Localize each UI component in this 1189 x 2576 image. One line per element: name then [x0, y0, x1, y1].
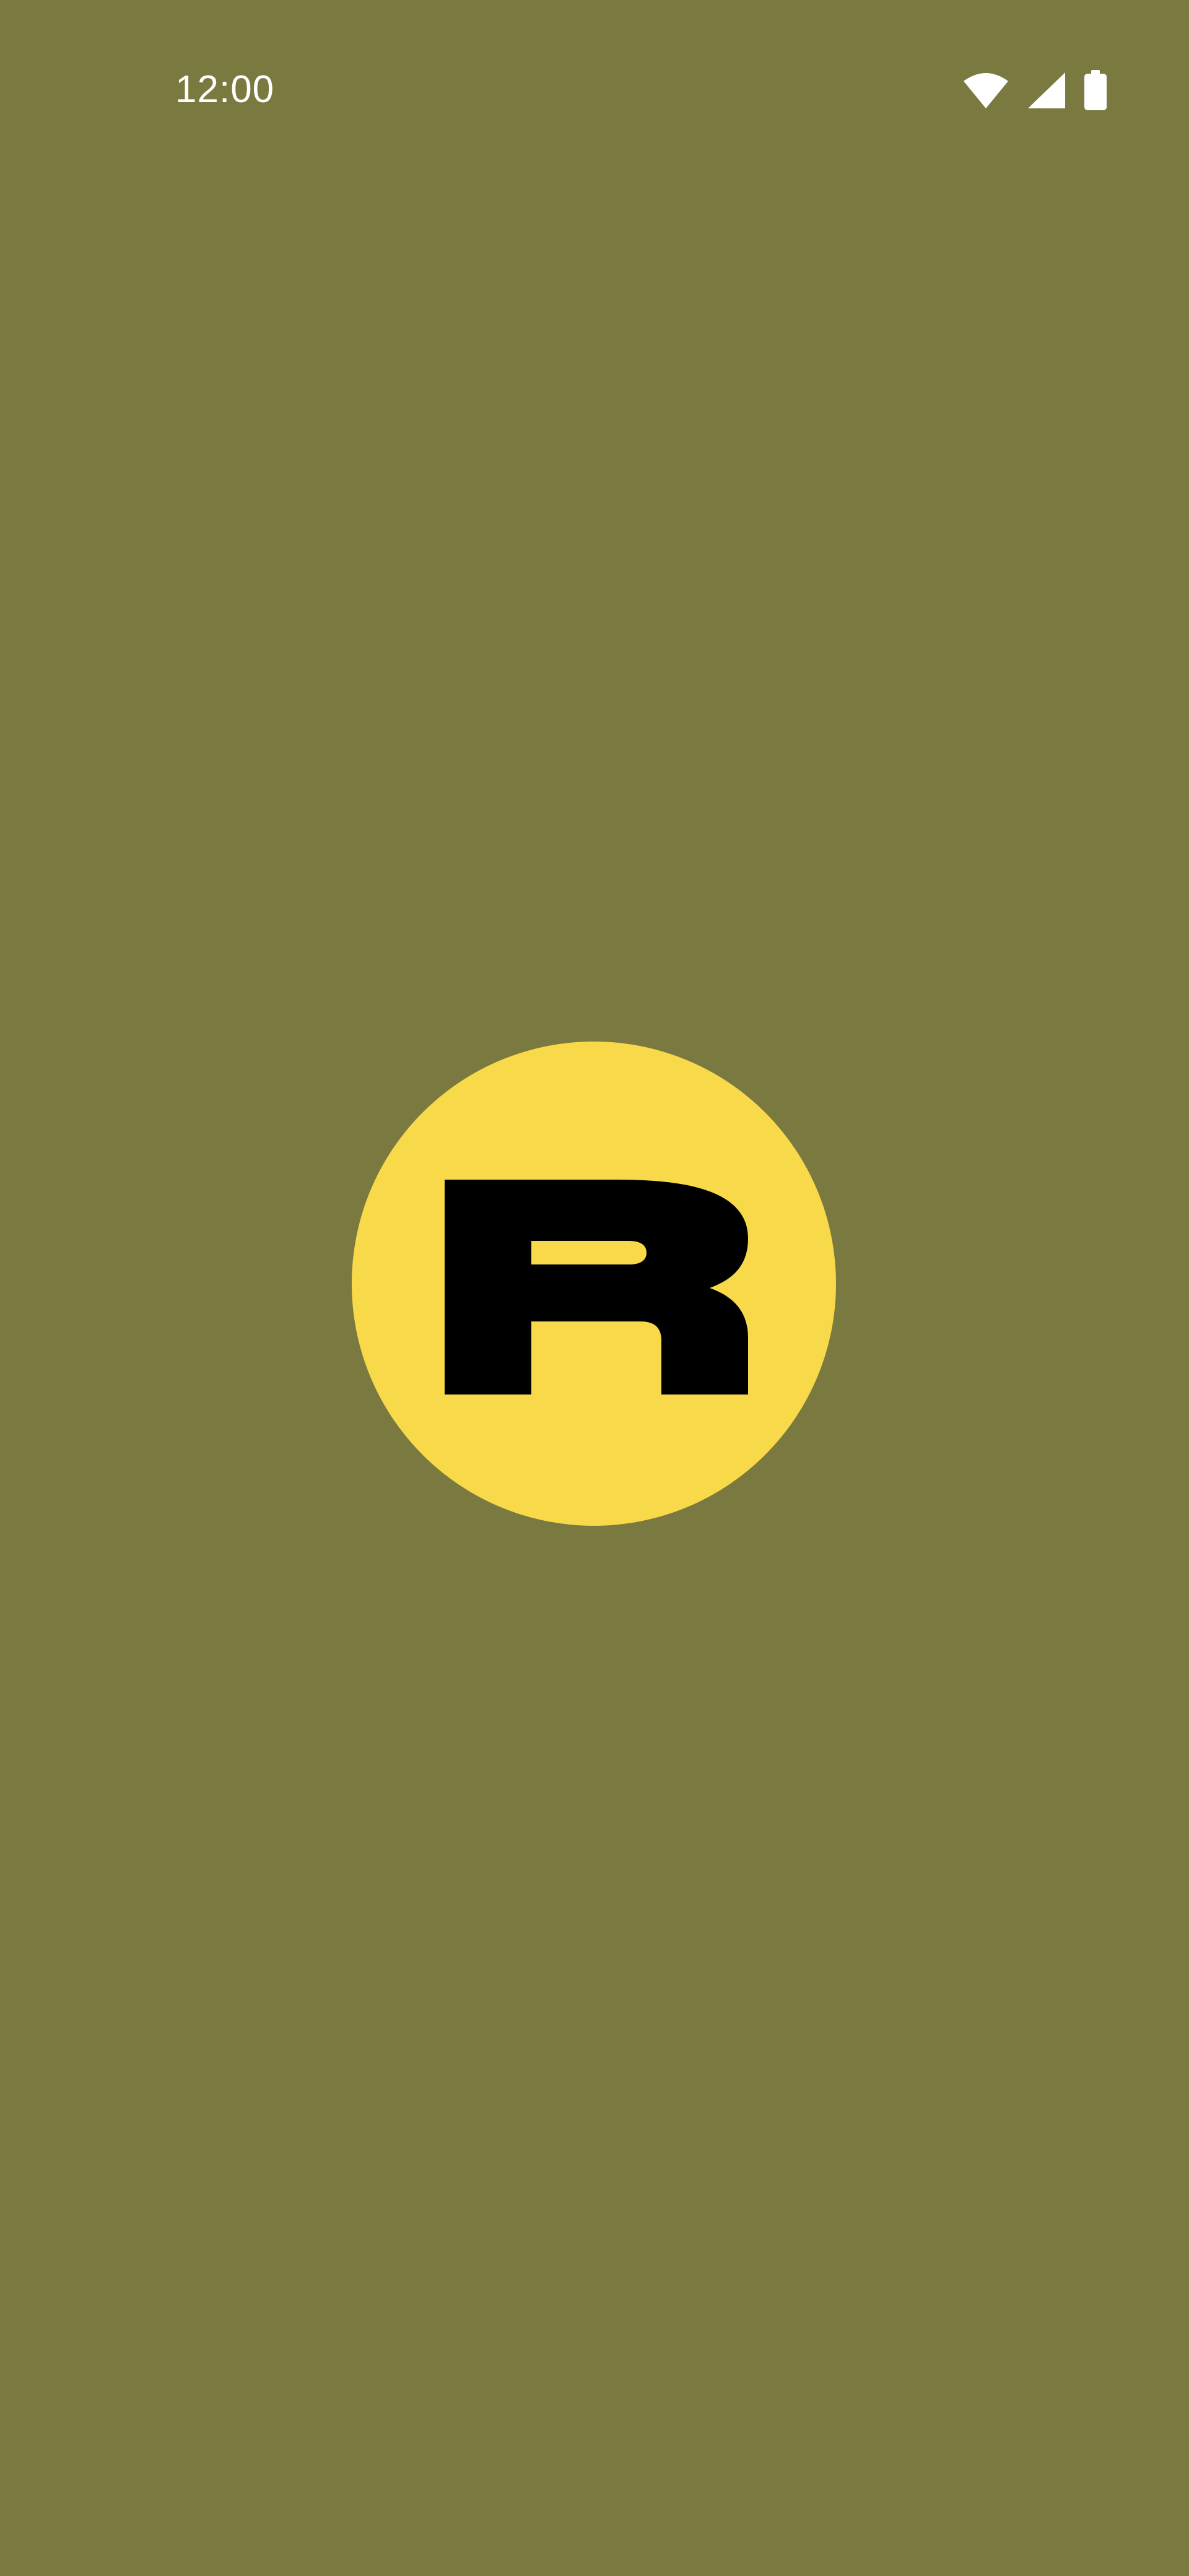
battery-icon — [1084, 70, 1107, 111]
status-time: 12:00 — [175, 68, 275, 111]
app-logo — [352, 1042, 836, 1526]
status-icons — [962, 69, 1107, 111]
status-bar: 12:00 — [0, 0, 1189, 180]
wifi-icon — [962, 71, 1009, 110]
splash-screen: 12:00 — [0, 0, 1189, 2576]
logo-r-glyph — [445, 1180, 748, 1395]
cellular-signal-icon — [1027, 71, 1066, 110]
